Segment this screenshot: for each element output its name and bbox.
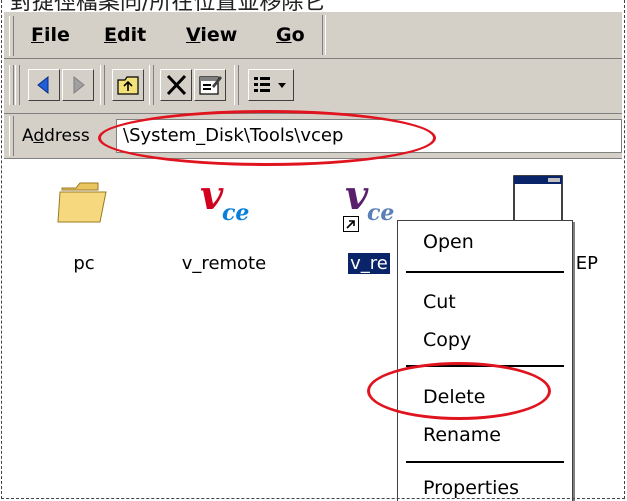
menu-bar: File Edit View Go: [4, 12, 622, 59]
folder-icon: [57, 182, 107, 223]
menu-edit-label: dit: [116, 24, 147, 46]
menu-edit[interactable]: Edit: [104, 24, 146, 46]
up-folder-icon: [117, 76, 139, 95]
delete-button[interactable]: [160, 69, 192, 101]
menu-edit-accel: E: [104, 24, 117, 46]
vce-icon-ce: ce: [222, 200, 250, 226]
context-menu-copy[interactable]: Copy: [423, 329, 471, 351]
forward-icon: [73, 75, 85, 95]
menu-go-accel: G: [276, 24, 292, 46]
forward-button[interactable]: [62, 69, 94, 101]
address-input[interactable]: \System_Disk\Tools\vcep: [116, 119, 622, 153]
context-menu-delete[interactable]: Delete: [423, 386, 485, 408]
back-icon: [37, 75, 49, 95]
context-menu-separator: [406, 271, 564, 273]
address-label-accel: d: [33, 126, 45, 146]
toolbar-grip-2: [15, 65, 20, 105]
vce-shortcut-icon-ce: ce: [367, 200, 395, 226]
vce-icon: v ce: [194, 172, 254, 232]
views-icon: [254, 77, 286, 92]
selected-file-name: v_re: [347, 252, 391, 275]
context-menu-cut[interactable]: Cut: [423, 291, 456, 313]
toolbar: [4, 59, 622, 114]
vce-icon-v: v: [200, 172, 224, 219]
address-bar: Address \System_Disk\Tools\vcep: [4, 114, 622, 159]
menu-go[interactable]: Go: [276, 24, 305, 46]
menubar-separator: [322, 15, 326, 55]
vce-shortcut-icon-v: v: [345, 172, 369, 219]
menu-go-label: o: [291, 24, 305, 46]
properties-icon: [199, 76, 222, 95]
back-button[interactable]: [28, 69, 60, 101]
menu-file-label: ile: [43, 24, 70, 46]
vce-shortcut-icon: v ce: [339, 172, 399, 232]
views-button[interactable]: [248, 69, 294, 101]
context-menu: Open Cut Copy Delete Rename Properties: [397, 220, 573, 501]
file-name: v_remote: [181, 253, 267, 274]
menu-view[interactable]: View: [186, 24, 237, 46]
context-menu-separator: [406, 461, 564, 463]
context-menu-open[interactable]: Open: [423, 231, 474, 253]
toolbar-separator-1: [100, 65, 105, 105]
context-menu-rename[interactable]: Rename: [423, 424, 501, 446]
toolbar-separator-3: [234, 65, 239, 105]
file-explorer-window: File Edit View Go Address \System_Disk\T…: [4, 12, 622, 501]
menu-file[interactable]: File: [31, 24, 70, 46]
context-menu-properties[interactable]: Properties: [423, 477, 519, 499]
address-label: Address: [22, 126, 90, 146]
address-grip[interactable]: [9, 116, 14, 156]
menu-file-accel: F: [31, 24, 44, 46]
context-menu-separator: [406, 365, 564, 367]
up-folder-button[interactable]: [112, 69, 144, 101]
menubar-grip[interactable]: [9, 16, 14, 56]
delete-icon: [166, 74, 187, 96]
address-label-end: dress: [44, 126, 90, 146]
file-name: pc: [73, 253, 95, 274]
menu-view-label: iew: [200, 24, 238, 46]
address-label-start: A: [22, 126, 34, 146]
properties-button[interactable]: [194, 69, 226, 101]
toolbar-grip[interactable]: [9, 65, 14, 105]
toolbar-separator-2: [149, 65, 154, 105]
shortcut-arrow-icon: [343, 216, 359, 232]
menu-view-accel: V: [186, 24, 201, 46]
